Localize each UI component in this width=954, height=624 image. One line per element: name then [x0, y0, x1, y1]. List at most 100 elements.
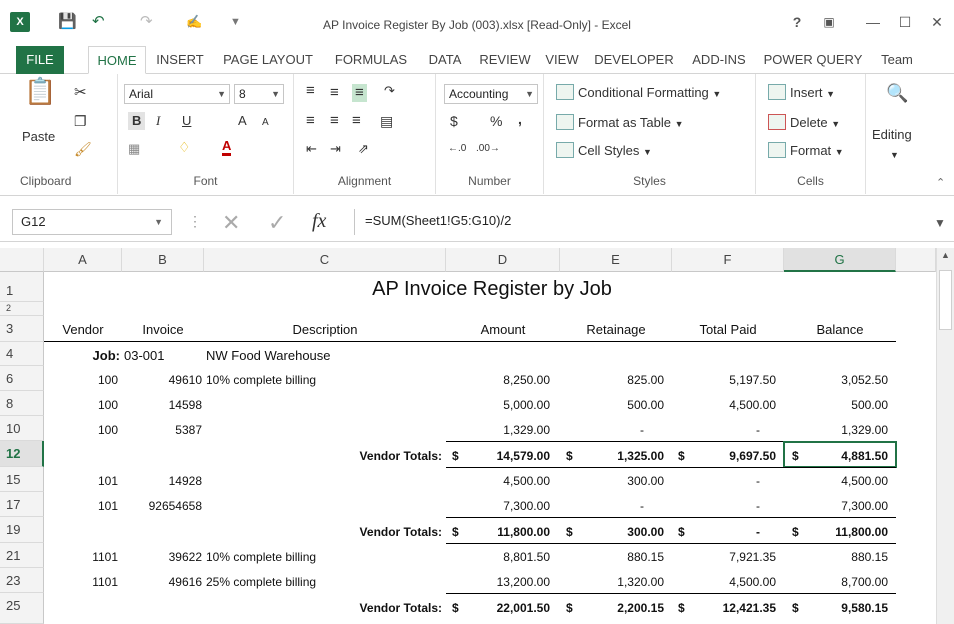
row-header-4[interactable]: 4	[0, 342, 44, 366]
cell-vendor[interactable]: 101	[44, 499, 118, 513]
cell-balance-total[interactable]: 9,580.15	[784, 601, 888, 615]
increase-font-button[interactable]: A	[238, 112, 247, 130]
merge-center-icon[interactable]: ▤	[380, 112, 393, 130]
delete-button[interactable]: Delete ▼	[790, 114, 840, 133]
cell-amount[interactable]: 1,329.00	[446, 423, 550, 437]
cell-amount[interactable]: 8,801.50	[446, 550, 550, 564]
row-header-3[interactable]: 3	[0, 316, 44, 342]
cell-balance[interactable]: 4,500.00	[784, 474, 888, 488]
cell-invoice[interactable]: 49610	[122, 373, 202, 387]
scroll-up-icon[interactable]: ▲	[939, 250, 952, 264]
cell-retainage[interactable]: 300.00	[560, 474, 664, 488]
cell-vendor[interactable]: 1101	[44, 575, 118, 589]
cell-total-paid[interactable]: 5,197.50	[672, 373, 776, 387]
cell-amount[interactable]: 8,250.00	[446, 373, 550, 387]
align-bottom-icon[interactable]: ≡	[352, 84, 367, 102]
collapse-ribbon-icon[interactable]: ⌃	[936, 174, 945, 192]
cell-balance[interactable]: 7,300.00	[784, 499, 888, 513]
cell-balance[interactable]: 3,052.50	[784, 373, 888, 387]
cell-balance[interactable]: 880.15	[784, 550, 888, 564]
cell-invoice[interactable]: 14928	[122, 474, 202, 488]
cell-amount[interactable]: 5,000.00	[446, 398, 550, 412]
cell-retainage-total[interactable]: 300.00	[560, 525, 664, 539]
cell-invoice[interactable]: 92654658	[122, 499, 202, 513]
cell-total-paid[interactable]: 7,921.35	[672, 550, 776, 564]
tab-team[interactable]: Team	[872, 46, 922, 74]
decrease-decimal-icon[interactable]: .00→	[476, 140, 500, 158]
align-center-icon[interactable]: ≡	[330, 112, 339, 130]
cell-retainage[interactable]: 825.00	[560, 373, 664, 387]
tab-view[interactable]: VIEW	[540, 46, 584, 74]
cell-retainage[interactable]: 500.00	[560, 398, 664, 412]
cell-vendor[interactable]: 100	[44, 373, 118, 387]
cell-amount[interactable]: 4,500.00	[446, 474, 550, 488]
cancel-entry-icon[interactable]: ✕	[222, 210, 240, 236]
insert-function-button[interactable]: fx	[312, 210, 326, 233]
column-header-blank[interactable]	[896, 248, 936, 272]
row-header-23[interactable]: 23	[0, 568, 44, 593]
row-header-25[interactable]: 25	[0, 593, 44, 624]
font-size-select[interactable]: 8 ▼	[234, 84, 284, 104]
tab-home[interactable]: HOME	[88, 46, 146, 74]
vendor-totals-label[interactable]: Vendor Totals:	[204, 525, 442, 539]
format-as-table-button[interactable]: Format as Table ▼	[578, 114, 684, 133]
select-all-corner[interactable]	[0, 248, 44, 272]
align-right-icon[interactable]: ≡	[352, 112, 361, 130]
column-header-d[interactable]: D	[446, 248, 560, 272]
font-color-button[interactable]: A	[222, 138, 232, 156]
cell-amount[interactable]: 13,200.00	[446, 575, 550, 589]
tab-page-layout[interactable]: PAGE LAYOUT	[214, 46, 322, 74]
column-header-a[interactable]: A	[44, 248, 122, 272]
formula-input[interactable]: =SUM(Sheet1!G5:G10)/2	[354, 209, 934, 235]
format-button[interactable]: Format ▼	[790, 142, 844, 161]
align-top-icon[interactable]: ≡	[306, 82, 315, 100]
cell-retainage[interactable]: -	[560, 423, 644, 437]
cell-invoice[interactable]: 39622	[122, 550, 202, 564]
tab-file[interactable]: FILE	[16, 46, 64, 74]
cell-total-paid-total[interactable]: -	[672, 525, 760, 539]
cell-total-paid-total[interactable]: 9,697.50	[672, 449, 776, 463]
tab-review[interactable]: REVIEW	[474, 46, 536, 74]
cell-retainage-total[interactable]: 1,325.00	[560, 449, 664, 463]
number-format-select[interactable]: Accounting ▼	[444, 84, 538, 104]
cut-icon[interactable]: ✂	[74, 84, 87, 102]
underline-button[interactable]: U	[182, 112, 191, 130]
cell-amount[interactable]: 7,300.00	[446, 499, 550, 513]
ribbon-display-icon[interactable]: ▣	[818, 12, 840, 32]
row-header-6[interactable]: 6	[0, 366, 44, 391]
align-left-icon[interactable]: ≡	[306, 112, 315, 130]
close-icon[interactable]: ✕	[926, 12, 948, 32]
active-cell-selection[interactable]	[783, 441, 897, 468]
decrease-font-button[interactable]: A	[262, 114, 269, 132]
tab-developer[interactable]: DEVELOPER	[588, 46, 680, 74]
increase-decimal-icon[interactable]: ←.0	[448, 140, 466, 158]
copy-icon[interactable]: ❐	[74, 112, 87, 130]
vendor-totals-label[interactable]: Vendor Totals:	[204, 601, 442, 615]
minimize-icon[interactable]: —	[862, 12, 884, 32]
editing-button[interactable]: Editing	[872, 126, 912, 144]
paste-button[interactable]: Paste	[22, 128, 55, 146]
cell-total-paid[interactable]: -	[672, 423, 760, 437]
orientation-icon[interactable]: ⇗	[358, 140, 369, 158]
cell-amount-total[interactable]: 14,579.00	[446, 449, 550, 463]
tab-power-query[interactable]: POWER QUERY	[758, 46, 868, 74]
cell-description[interactable]: 10% complete billing	[206, 373, 446, 387]
wrap-text-icon[interactable]: ↷	[384, 82, 395, 100]
paste-icon[interactable]: 📋	[24, 78, 56, 104]
column-header-e[interactable]: E	[560, 248, 672, 272]
borders-icon[interactable]: ▦	[128, 140, 140, 158]
expand-formula-bar-icon[interactable]: ▼	[934, 216, 946, 230]
cell-retainage[interactable]: 880.15	[560, 550, 664, 564]
cell-retainage[interactable]: -	[560, 499, 644, 513]
tab-formulas[interactable]: FORMULAS	[326, 46, 416, 74]
maximize-icon[interactable]: ☐	[894, 12, 916, 32]
row-header-21[interactable]: 21	[0, 543, 44, 568]
insert-button[interactable]: Insert ▼	[790, 84, 835, 103]
cell-total-paid[interactable]: -	[672, 499, 760, 513]
row-header-15[interactable]: 15	[0, 467, 44, 492]
cell-invoice[interactable]: 5387	[122, 423, 202, 437]
column-header-g[interactable]: G	[784, 248, 896, 272]
conditional-formatting-button[interactable]: Conditional Formatting ▼	[578, 84, 721, 103]
italic-button[interactable]: I	[156, 112, 160, 130]
tab-add-ins[interactable]: ADD-INS	[684, 46, 754, 74]
